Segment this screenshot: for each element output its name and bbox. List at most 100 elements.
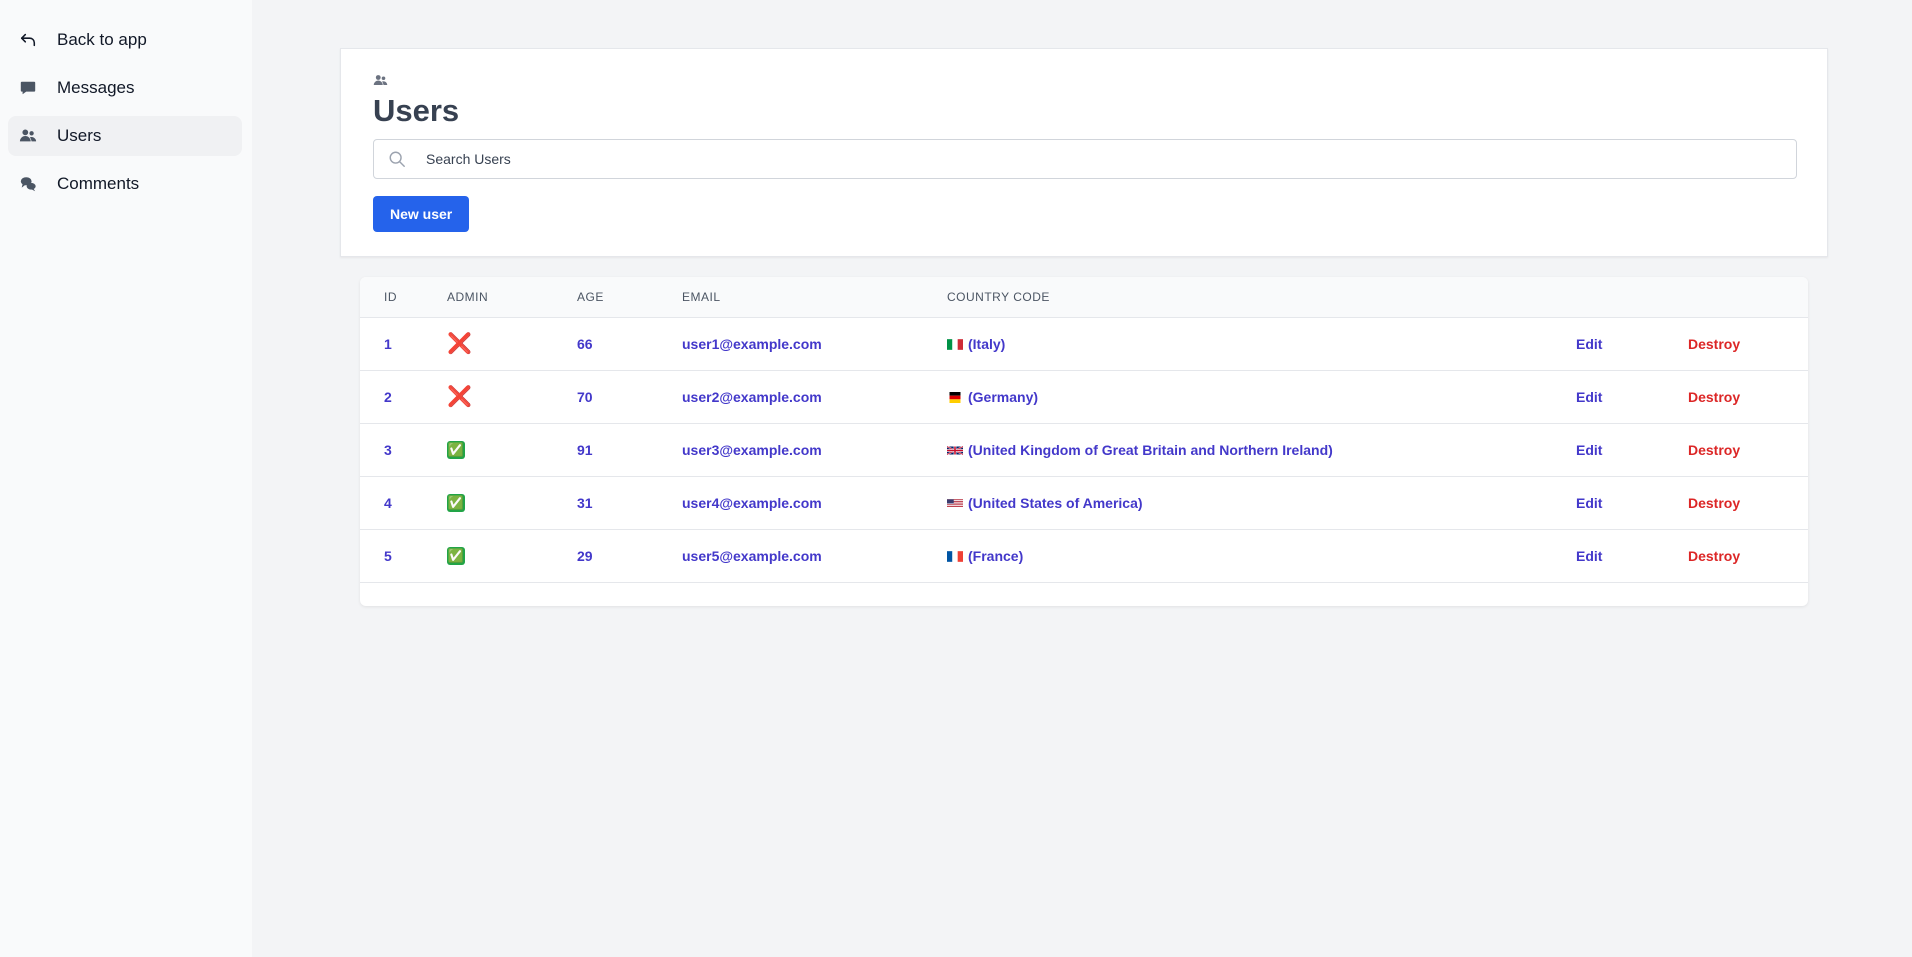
table-row[interactable]: 1 ❌ 66 user1@example.com (Italy) Edit De… xyxy=(360,317,1808,370)
cell-admin: ❌ xyxy=(447,317,577,370)
edit-link[interactable]: Edit xyxy=(1576,548,1602,564)
cell-destroy: Destroy xyxy=(1688,317,1808,370)
sidebar-item-back-to-app[interactable]: Back to app xyxy=(8,20,242,60)
sidebar-item-label: Back to app xyxy=(57,30,147,49)
flag-us-icon xyxy=(947,495,968,511)
table-row[interactable]: 2 ❌ 70 user2@example.com (Germany) Edit … xyxy=(360,370,1808,423)
users-table: ID ADMIN AGE EMAIL COUNTRY CODE 1 ❌ 66 u… xyxy=(360,277,1808,583)
cell-email: user1@example.com xyxy=(682,317,947,370)
cell-country-code: (Italy) xyxy=(947,317,1576,370)
destroy-link[interactable]: Destroy xyxy=(1688,336,1740,352)
search-input[interactable] xyxy=(426,151,1796,167)
flag-gb-icon xyxy=(947,442,968,458)
table-row[interactable]: 5 ✅ 29 user5@example.com (France) Edit D… xyxy=(360,529,1808,582)
message-icon xyxy=(18,78,38,98)
cell-age: 31 xyxy=(577,476,682,529)
cell-admin: ✅ xyxy=(447,423,577,476)
new-user-button[interactable]: New user xyxy=(373,196,470,232)
user-country-link[interactable]: (France) xyxy=(968,548,1023,564)
column-header-edit xyxy=(1576,277,1688,317)
column-header-email[interactable]: EMAIL xyxy=(682,277,947,317)
user-email-link[interactable]: user1@example.com xyxy=(682,336,822,352)
destroy-link[interactable]: Destroy xyxy=(1688,442,1740,458)
search-box xyxy=(373,139,1797,179)
user-age-link[interactable]: 29 xyxy=(577,548,593,564)
flag-fr-icon xyxy=(947,548,968,564)
users-icon xyxy=(373,73,389,89)
sidebar-item-messages[interactable]: Messages xyxy=(8,68,242,108)
sidebar: Back to app Messages Users Comments xyxy=(0,0,252,957)
cell-edit: Edit xyxy=(1576,423,1688,476)
main-content: Users New user ID ADMIN AGE EMAIL COUNTR… xyxy=(252,0,1912,957)
column-header-admin[interactable]: ADMIN xyxy=(447,277,577,317)
edit-link[interactable]: Edit xyxy=(1576,442,1602,458)
users-icon xyxy=(18,126,38,146)
cell-destroy: Destroy xyxy=(1688,423,1808,476)
cell-email: user2@example.com xyxy=(682,370,947,423)
cell-id: 2 xyxy=(360,370,447,423)
header-card: Users New user xyxy=(340,48,1828,257)
user-country-link[interactable]: (United States of America) xyxy=(968,495,1143,511)
user-id-link[interactable]: 3 xyxy=(384,442,392,458)
table-header-row: ID ADMIN AGE EMAIL COUNTRY CODE xyxy=(360,277,1808,317)
cell-email: user3@example.com xyxy=(682,423,947,476)
table-row[interactable]: 3 ✅ 91 user3@example.com (United Kingdom… xyxy=(360,423,1808,476)
sidebar-item-comments[interactable]: Comments xyxy=(8,164,242,204)
search-icon xyxy=(388,150,406,168)
user-id-link[interactable]: 1 xyxy=(384,336,392,352)
user-age-link[interactable]: 31 xyxy=(577,495,593,511)
cell-destroy: Destroy xyxy=(1688,476,1808,529)
destroy-link[interactable]: Destroy xyxy=(1688,495,1740,511)
user-email-link[interactable]: user4@example.com xyxy=(682,495,822,511)
column-header-id[interactable]: ID xyxy=(360,277,447,317)
admin-yes-icon: ✅ xyxy=(447,493,465,512)
column-header-age[interactable]: AGE xyxy=(577,277,682,317)
column-header-country-code[interactable]: COUNTRY CODE xyxy=(947,277,1576,317)
cell-admin: ✅ xyxy=(447,529,577,582)
user-age-link[interactable]: 66 xyxy=(577,336,593,352)
user-age-link[interactable]: 70 xyxy=(577,389,593,405)
cell-email: user4@example.com xyxy=(682,476,947,529)
cell-age: 29 xyxy=(577,529,682,582)
admin-yes-icon: ✅ xyxy=(447,440,465,459)
cell-country-code: (United Kingdom of Great Britain and Nor… xyxy=(947,423,1576,476)
cell-age: 70 xyxy=(577,370,682,423)
table-row[interactable]: 4 ✅ 31 user4@example.com (United States … xyxy=(360,476,1808,529)
cell-id: 4 xyxy=(360,476,447,529)
admin-no-icon: ❌ xyxy=(447,333,472,355)
page-title: Users xyxy=(373,93,460,128)
user-id-link[interactable]: 2 xyxy=(384,389,392,405)
column-header-destroy xyxy=(1688,277,1808,317)
cell-edit: Edit xyxy=(1576,317,1688,370)
destroy-link[interactable]: Destroy xyxy=(1688,389,1740,405)
cell-country-code: (United States of America) xyxy=(947,476,1576,529)
user-age-link[interactable]: 91 xyxy=(577,442,593,458)
user-email-link[interactable]: user5@example.com xyxy=(682,548,822,564)
user-email-link[interactable]: user2@example.com xyxy=(682,389,822,405)
admin-yes-icon: ✅ xyxy=(447,546,465,565)
cell-id: 3 xyxy=(360,423,447,476)
cell-id: 1 xyxy=(360,317,447,370)
edit-link[interactable]: Edit xyxy=(1576,336,1602,352)
user-id-link[interactable]: 4 xyxy=(384,495,392,511)
user-country-link[interactable]: (United Kingdom of Great Britain and Nor… xyxy=(968,442,1333,458)
edit-link[interactable]: Edit xyxy=(1576,389,1602,405)
cell-admin: ❌ xyxy=(447,370,577,423)
comments-icon xyxy=(18,174,38,194)
cell-edit: Edit xyxy=(1576,370,1688,423)
cell-id: 5 xyxy=(360,529,447,582)
user-country-link[interactable]: (Germany) xyxy=(968,389,1038,405)
user-id-link[interactable]: 5 xyxy=(384,548,392,564)
destroy-link[interactable]: Destroy xyxy=(1688,548,1740,564)
user-email-link[interactable]: user3@example.com xyxy=(682,442,822,458)
cell-country-code: (France) xyxy=(947,529,1576,582)
flag-de-icon xyxy=(947,389,968,405)
back-arrow-icon xyxy=(18,30,38,50)
edit-link[interactable]: Edit xyxy=(1576,495,1602,511)
sidebar-item-label: Users xyxy=(57,126,102,145)
sidebar-item-users[interactable]: Users xyxy=(8,116,242,156)
cell-edit: Edit xyxy=(1576,529,1688,582)
user-country-link[interactable]: (Italy) xyxy=(968,336,1005,352)
cell-destroy: Destroy xyxy=(1688,370,1808,423)
sidebar-item-label: Messages xyxy=(57,78,135,97)
